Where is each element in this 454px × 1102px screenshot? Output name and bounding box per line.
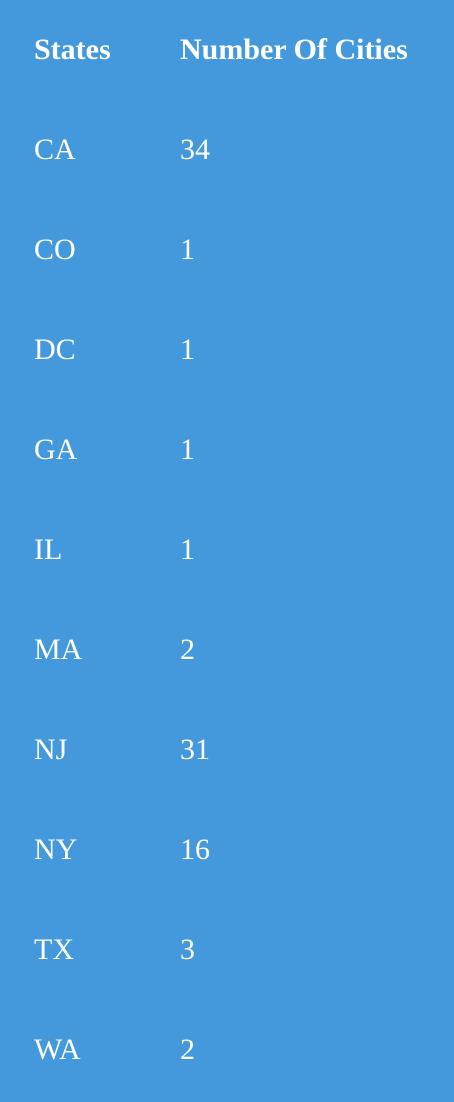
table-row: NY 16 <box>0 800 454 900</box>
state-cell: IL <box>34 533 63 566</box>
table-row: GA 1 <box>0 400 454 500</box>
city-count-cell: 2 <box>180 633 195 666</box>
state-cell: TX <box>34 933 74 966</box>
header-number-of-cities: Number Of Cities <box>180 33 408 66</box>
city-count-cell: 1 <box>180 533 195 566</box>
city-count-cell: 1 <box>180 233 195 266</box>
state-cell: NY <box>34 833 78 866</box>
header-states: States <box>34 33 111 66</box>
city-count-cell: 34 <box>180 133 210 166</box>
table-row: IL 1 <box>0 500 454 600</box>
city-count-cell: 16 <box>180 833 210 866</box>
city-count-cell: 2 <box>180 1033 195 1066</box>
table-row: DC 1 <box>0 300 454 400</box>
table-row: NJ 31 <box>0 700 454 800</box>
state-cell: MA <box>34 633 83 666</box>
state-cell: CA <box>34 133 76 166</box>
city-count-cell: 31 <box>180 733 210 766</box>
state-cell: DC <box>34 333 76 366</box>
state-cell: GA <box>34 433 78 466</box>
table-row: CA 34 <box>0 100 454 200</box>
city-count-cell: 3 <box>180 933 195 966</box>
table-row: MA 2 <box>0 600 454 700</box>
city-count-cell: 1 <box>180 433 195 466</box>
table-row: CO 1 <box>0 200 454 300</box>
state-cell: NJ <box>34 733 68 766</box>
state-cell: WA <box>34 1033 81 1066</box>
city-count-cell: 1 <box>180 333 195 366</box>
states-cities-table: States Number Of Cities CA 34 CO 1 DC 1 … <box>0 0 454 1102</box>
table-header-row: States Number Of Cities <box>0 0 454 100</box>
state-cell: CO <box>34 233 76 266</box>
table-row: WA 2 <box>0 1000 454 1100</box>
table-row: TX 3 <box>0 900 454 1000</box>
